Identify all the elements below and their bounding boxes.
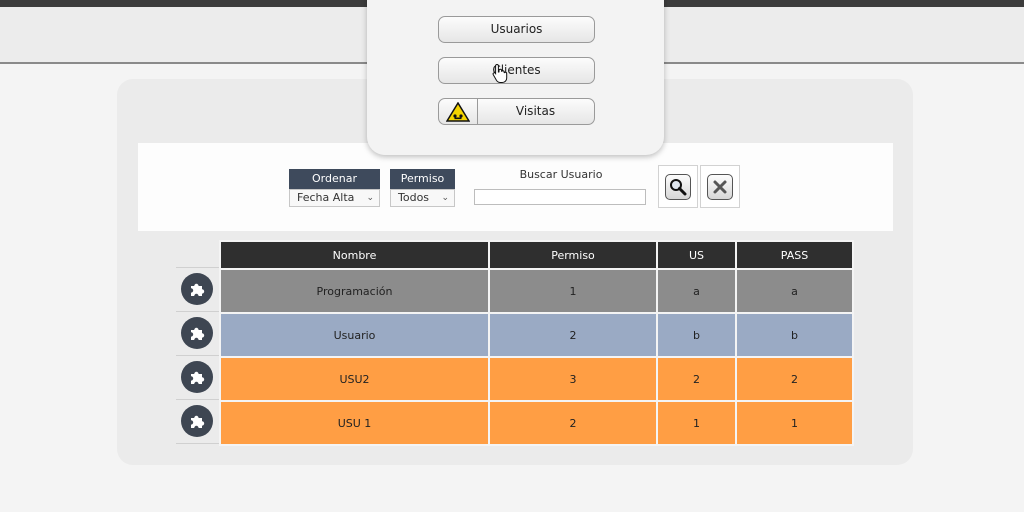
close-x-icon: [713, 180, 727, 193]
clear-button[interactable]: [700, 165, 740, 208]
puzzle-piece-icon: [191, 371, 205, 384]
table-row[interactable]: Usuario 2 b b: [219, 312, 854, 358]
chevron-down-icon: ⌄: [441, 193, 449, 203]
menu-item-label: Usuarios: [490, 22, 543, 36]
table-row[interactable]: USU 1 2 1 1: [219, 400, 854, 446]
row-edit-button[interactable]: [181, 405, 213, 437]
search-button[interactable]: [658, 165, 698, 208]
cell-permiso: 3: [488, 356, 658, 402]
order-select[interactable]: Ordenar Fecha Alta ⌄: [289, 169, 380, 207]
order-select-label: Ordenar: [289, 169, 380, 189]
cell-pass: 1: [735, 400, 854, 446]
row-edit-button[interactable]: [181, 273, 213, 305]
puzzle-piece-icon: [191, 327, 205, 340]
table-header-row: Nombre Permiso US PASS: [219, 240, 854, 270]
order-select-value[interactable]: Fecha Alta ⌄: [289, 189, 380, 207]
permission-select[interactable]: Permiso Todos ⌄: [390, 169, 455, 207]
permission-select-label: Permiso: [390, 169, 455, 189]
cell-permiso: 2: [488, 400, 658, 446]
menu-item-usuarios[interactable]: Usuarios: [438, 16, 595, 43]
column-header-nombre[interactable]: Nombre: [219, 240, 490, 270]
column-header-us[interactable]: US: [656, 240, 737, 270]
cell-us: a: [656, 268, 737, 314]
row-divider: [176, 311, 219, 312]
column-header-permiso[interactable]: Permiso: [488, 240, 658, 270]
cell-us: b: [656, 312, 737, 358]
permission-select-value[interactable]: Todos ⌄: [390, 189, 455, 207]
row-divider: [176, 443, 219, 444]
filter-bar: [138, 143, 893, 231]
warning-sign-icon: [439, 99, 478, 124]
row-divider: [176, 267, 219, 268]
chevron-down-icon: ⌄: [366, 193, 374, 203]
menu-item-clientes[interactable]: Clientes: [438, 57, 595, 84]
cursor-hand-icon: [492, 63, 508, 83]
magnifier-icon: [670, 178, 687, 195]
column-header-pass[interactable]: PASS: [735, 240, 854, 270]
cell-permiso: 2: [488, 312, 658, 358]
cell-nombre: USU2: [219, 356, 490, 402]
cell-pass: 2: [735, 356, 854, 402]
cell-nombre: Usuario: [219, 312, 490, 358]
table-row[interactable]: USU2 3 2 2: [219, 356, 854, 402]
row-divider: [176, 399, 219, 400]
table-row[interactable]: Programación 1 a a: [219, 268, 854, 314]
menu-item-visitas[interactable]: Visitas: [438, 98, 595, 125]
users-table: Nombre Permiso US PASS Programación 1 a …: [219, 240, 854, 446]
cell-us: 1: [656, 400, 737, 446]
cell-permiso: 1: [488, 268, 658, 314]
cell-pass: b: [735, 312, 854, 358]
cell-us: 2: [656, 356, 737, 402]
puzzle-piece-icon: [191, 283, 205, 296]
row-edit-button[interactable]: [181, 317, 213, 349]
row-divider: [176, 355, 219, 356]
cell-pass: a: [735, 268, 854, 314]
search-label: Buscar Usuario: [519, 168, 603, 181]
row-edit-button[interactable]: [181, 361, 213, 393]
puzzle-piece-icon: [191, 415, 205, 428]
cell-nombre: USU 1: [219, 400, 490, 446]
menu-item-label: Visitas: [515, 104, 556, 118]
cell-nombre: Programación: [219, 268, 490, 314]
search-input[interactable]: [474, 189, 646, 205]
permission-select-value-text: Todos: [398, 191, 430, 204]
order-select-value-text: Fecha Alta: [297, 191, 355, 204]
